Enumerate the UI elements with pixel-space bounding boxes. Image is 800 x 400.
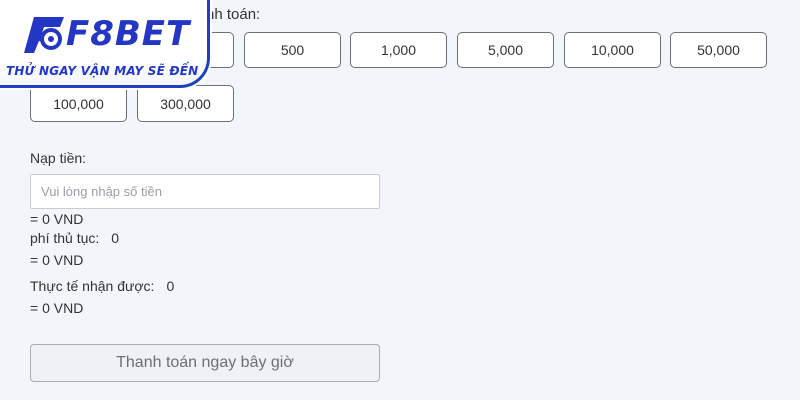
amount-button-10000[interactable]: 10,000 [564,32,661,68]
deposit-amount-input[interactable] [30,174,380,209]
actual-received-label: Thực tế nhận được: [30,278,155,294]
payment-page: nh toán: 500 1,000 5,000 10,000 50,000 1… [0,0,800,400]
amount-button-1000[interactable]: 1,000 [350,32,447,68]
amount-button-5000[interactable]: 5,000 [457,32,554,68]
actual-vnd-equivalent: = 0 VND [30,300,84,316]
deposit-label: Nạp tiền: [30,150,87,166]
pay-now-button[interactable]: Thanh toán ngay bây giờ [30,344,380,382]
fee-row: phí thủ tục: 0 [30,230,119,246]
fee-value: 0 [111,230,120,246]
brand-slogan: THỬ NGAY VẬN MAY SẼ ĐẾN [6,64,199,78]
brand-logo: F8BET THỬ NGAY VẬN MAY SẼ ĐẾN [0,0,210,88]
fee-vnd-equivalent: = 0 VND [30,252,84,268]
amount-button-100000[interactable]: 100,000 [30,85,127,122]
amount-button-500[interactable]: 500 [244,32,341,68]
amount-button-300000[interactable]: 300,000 [137,85,234,122]
fee-label: phí thủ tục: [30,230,100,246]
f8-logo-icon [24,17,64,53]
amount-button-50000[interactable]: 50,000 [670,32,767,68]
actual-received-value: 0 [166,278,175,294]
brand-name: F8BET [66,14,191,54]
payment-method-label: nh toán: [206,6,261,23]
actual-received-row: Thực tế nhận được: 0 [30,278,174,294]
deposit-vnd-equivalent: = 0 VND [30,211,84,227]
